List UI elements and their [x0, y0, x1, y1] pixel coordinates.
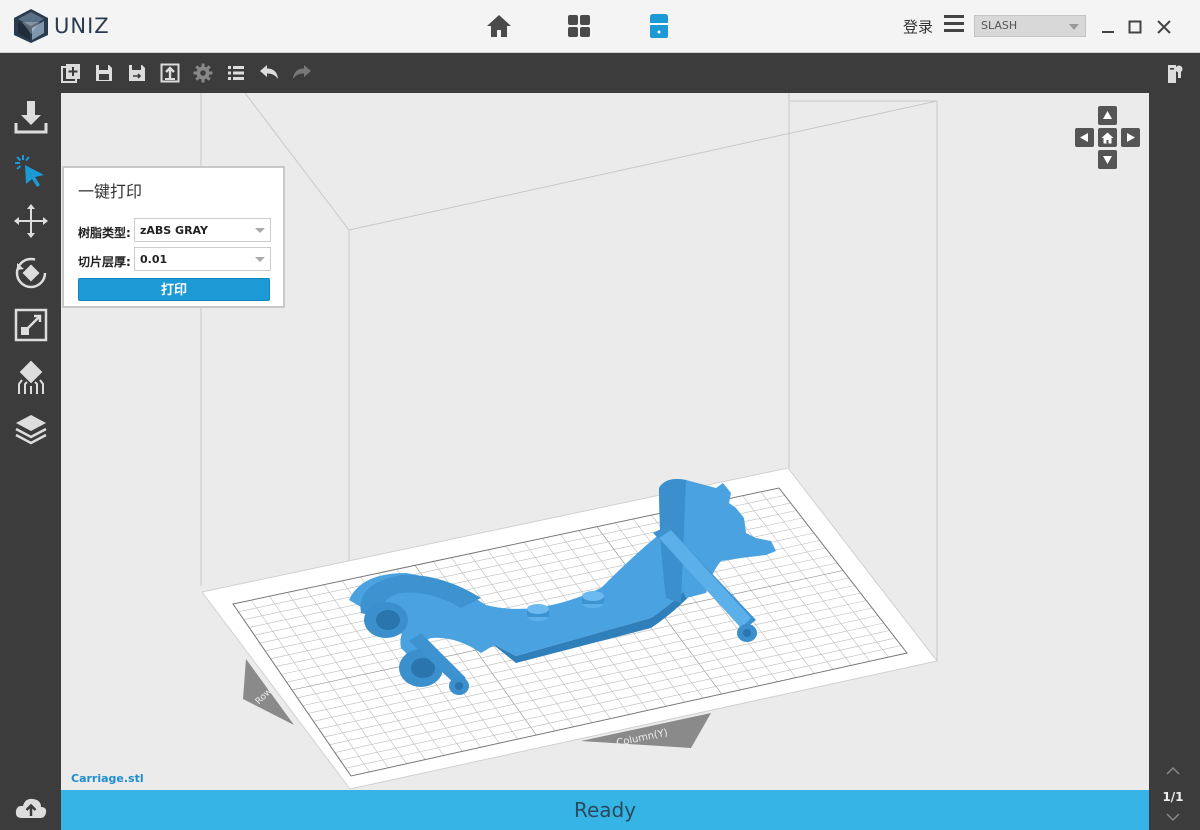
view-home-button[interactable]: [1098, 128, 1117, 147]
minimize-icon: [1102, 31, 1114, 33]
arrow-right-icon: [1127, 133, 1135, 142]
model-file-name[interactable]: Carriage.stl: [71, 772, 144, 785]
grid-icon: [568, 15, 590, 37]
printer-select[interactable]: SLASH: [974, 15, 1086, 37]
right-sidebar: [1149, 93, 1200, 830]
printer-select-value: SLASH: [981, 19, 1018, 32]
logo-text: UNIZ: [54, 14, 110, 38]
scale-icon[interactable]: [13, 307, 49, 343]
resin-type-select[interactable]: zABS GRAY: [134, 218, 271, 242]
settings-icon[interactable]: [193, 63, 213, 83]
home-icon: [487, 15, 511, 37]
menu-line: [944, 29, 964, 32]
status-bar: Ready: [61, 790, 1149, 830]
layer-thickness-select[interactable]: 0.01: [134, 247, 271, 271]
login-link[interactable]: 登录: [903, 16, 933, 37]
select-icon[interactable]: [13, 153, 49, 189]
undo-icon[interactable]: [259, 63, 279, 83]
chevron-down-icon: [1069, 24, 1079, 30]
menu-line: [944, 22, 964, 25]
menu-line: [944, 15, 964, 18]
close-button[interactable]: [1153, 16, 1175, 38]
rotate-icon[interactable]: [13, 255, 49, 291]
chevron-down-icon: [255, 257, 265, 262]
view-navigator: [1075, 106, 1141, 172]
page-indicator: 1/1: [1162, 790, 1184, 804]
maximize-button[interactable]: [1124, 16, 1146, 38]
arrow-left-icon: [1080, 133, 1088, 142]
view-down-button[interactable]: [1098, 150, 1117, 169]
save-as-icon[interactable]: [127, 63, 147, 83]
redo-icon[interactable]: [292, 63, 312, 83]
app-window: UNIZ 登录 SLASH Row(X) Column(Y) 一键打印 树脂类型…: [0, 0, 1200, 830]
view-right-button[interactable]: [1121, 128, 1140, 147]
list-icon[interactable]: [226, 63, 246, 83]
support-icon[interactable]: [13, 360, 49, 396]
arrow-up-icon: [1103, 111, 1112, 119]
page-down-icon[interactable]: [1163, 810, 1183, 824]
app-logo: UNIZ: [12, 8, 110, 44]
resin-type-value: zABS GRAY: [140, 224, 208, 237]
download-icon[interactable]: [13, 99, 49, 135]
view-left-button[interactable]: [1075, 128, 1094, 147]
dashboard-nav-button[interactable]: [565, 12, 593, 40]
title-bar: UNIZ 登录 SLASH: [0, 0, 1200, 53]
status-text: Ready: [573, 798, 637, 822]
home-icon: [1101, 132, 1114, 143]
close-icon: [1157, 20, 1171, 34]
one-click-print-panel: 一键打印 树脂类型: zABS GRAY 切片层厚: 0.01 打印: [62, 166, 285, 308]
toolbar: [0, 53, 1200, 93]
cloud-upload-icon[interactable]: [13, 790, 49, 826]
printer-nav-button[interactable]: [645, 12, 673, 40]
device-info-icon[interactable]: [1164, 63, 1186, 85]
export-icon[interactable]: [160, 63, 180, 83]
resin-type-label: 树脂类型:: [78, 226, 131, 240]
layer-thickness-label: 切片层厚:: [78, 255, 131, 269]
layer-thickness-value: 0.01: [140, 253, 168, 266]
save-icon[interactable]: [94, 63, 114, 83]
chevron-down-icon: [255, 228, 265, 233]
layers-icon[interactable]: [13, 412, 49, 448]
move-icon[interactable]: [13, 203, 49, 239]
view-up-button[interactable]: [1098, 106, 1117, 125]
page-up-icon[interactable]: [1163, 764, 1183, 778]
arrow-down-icon: [1103, 156, 1112, 164]
maximize-icon: [1128, 20, 1142, 34]
print-button[interactable]: 打印: [78, 278, 270, 301]
add-file-icon[interactable]: [61, 63, 81, 83]
printer-icon: [650, 14, 668, 38]
home-nav-button[interactable]: [485, 12, 513, 40]
uniz-logo-icon: [14, 9, 48, 43]
minimize-button[interactable]: [1097, 16, 1119, 38]
menu-button[interactable]: [944, 15, 964, 35]
panel-title: 一键打印: [78, 182, 143, 201]
